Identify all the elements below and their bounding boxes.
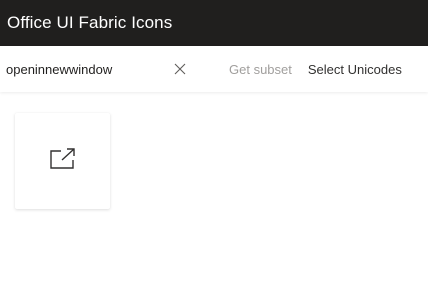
toolbar: Get subset Select Unicodes [0, 46, 428, 92]
get-subset-button[interactable]: Get subset [229, 46, 292, 92]
search-box [0, 46, 197, 92]
search-input[interactable] [0, 58, 160, 80]
app-title: Office UI Fabric Icons [7, 13, 173, 32]
icon-card[interactable] [15, 113, 110, 209]
close-icon[interactable] [172, 61, 188, 77]
icon-grid [15, 113, 110, 209]
select-unicodes-button[interactable]: Select Unicodes [308, 46, 402, 92]
open-in-new-window-icon [49, 147, 77, 176]
app-header: Office UI Fabric Icons [0, 0, 428, 46]
